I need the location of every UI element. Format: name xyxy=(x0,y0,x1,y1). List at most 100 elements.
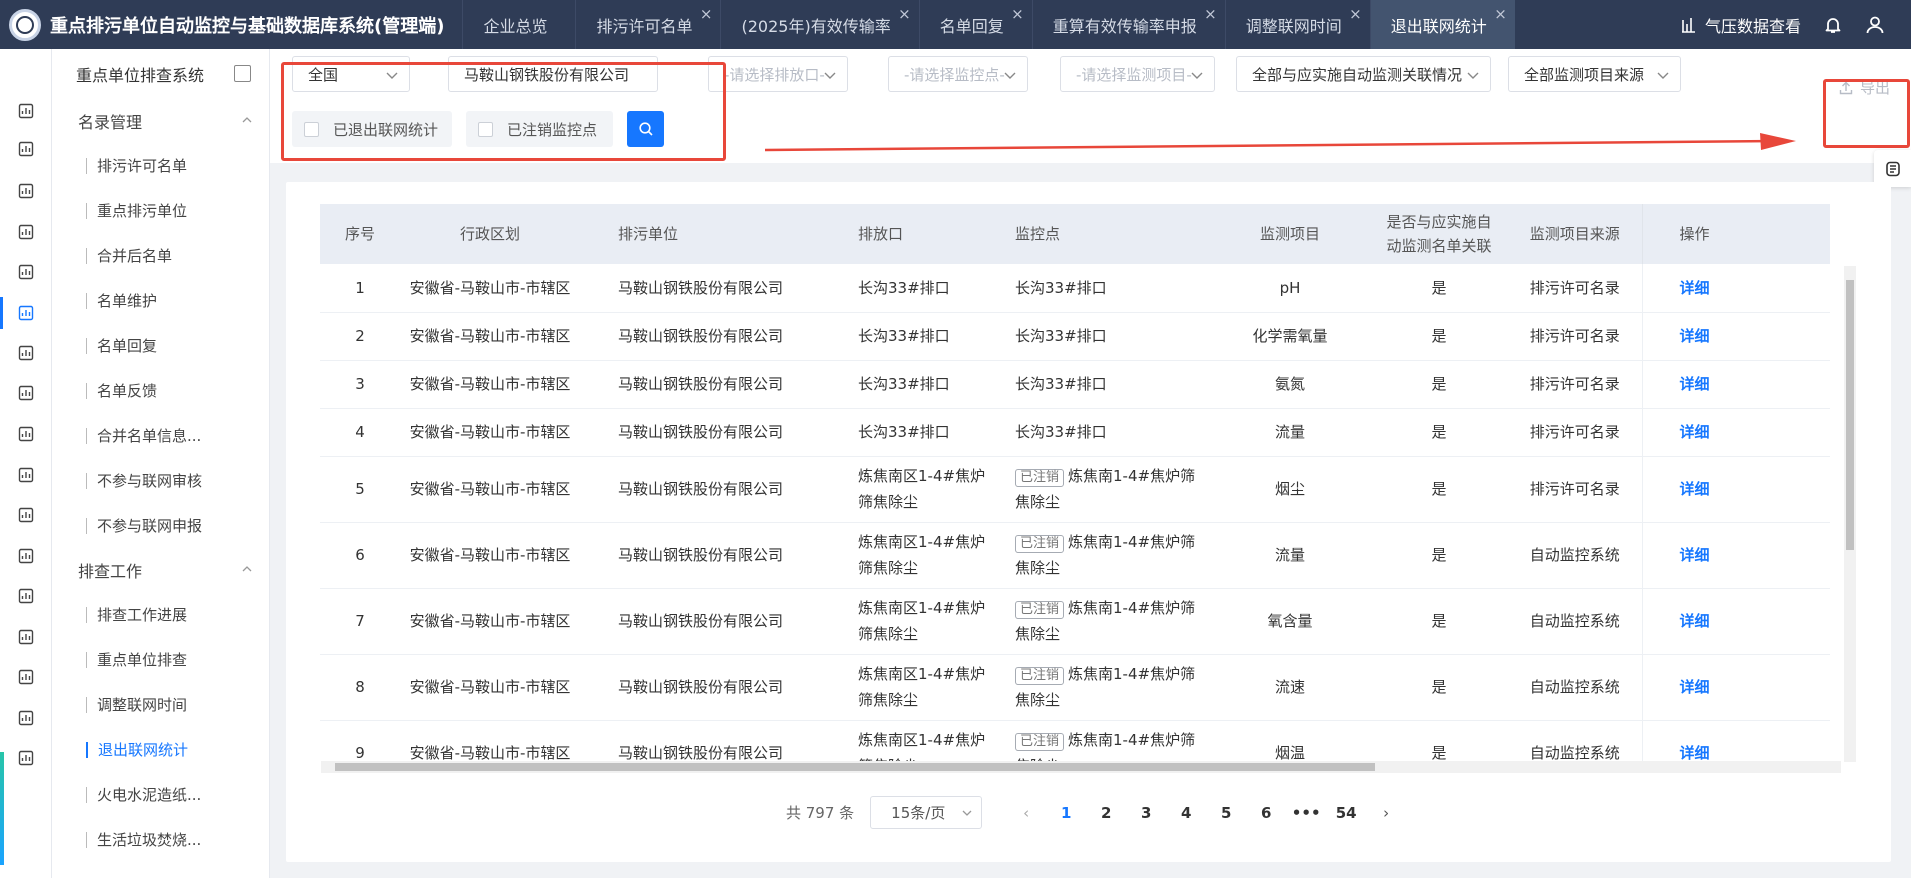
col-outlet: 排放口 xyxy=(850,204,1007,264)
close-tab-icon[interactable]: × xyxy=(1011,5,1024,23)
sidebar-item-0-6[interactable]: 合并名单信息... xyxy=(52,413,269,458)
sidebar-item-0-5[interactable]: 名单反馈 xyxy=(52,368,269,413)
col-linked: 是否与应实施自动监测名单关联 xyxy=(1370,204,1508,264)
rail-module-5-icon[interactable] xyxy=(0,252,52,292)
table-row: 4 安徽省-马鞍山市-市辖区 马鞍山钢铁股份有限公司 长沟33#排口 长沟33#排口 流量… xyxy=(320,408,1830,457)
chevron-down-icon xyxy=(824,72,836,79)
rail-module-11-icon[interactable] xyxy=(0,495,52,535)
sidebar-item-0-0[interactable]: 排污许可名单 xyxy=(52,143,269,188)
detail-link[interactable]: 详细 xyxy=(1641,456,1830,523)
cancelled-tag: 已注销 xyxy=(1015,535,1065,553)
tab-3[interactable]: 名单回复 × xyxy=(918,0,1032,49)
detail-link[interactable]: 详细 xyxy=(1641,522,1830,589)
page-2[interactable]: 2 xyxy=(1086,804,1126,822)
cancelled-tag: 已注销 xyxy=(1015,733,1065,751)
sidebar-item-1-5[interactable]: 生活垃圾焚烧... xyxy=(52,817,269,862)
rail-module-14-icon[interactable] xyxy=(0,617,52,657)
tab-1[interactable]: 排污许可名单 × xyxy=(575,0,720,49)
tab-4[interactable]: 重算有效传输率申报 × xyxy=(1031,0,1225,49)
rail-module-1-icon[interactable] xyxy=(0,91,52,131)
rail-module-15-icon[interactable] xyxy=(0,657,52,697)
cell-item: pH xyxy=(1210,264,1370,313)
sidebar-item-0-1[interactable]: 重点排污单位 xyxy=(52,188,269,233)
sidebar-item-0-8[interactable]: 不参与联网申报 xyxy=(52,503,269,548)
detail-link[interactable]: 详细 xyxy=(1641,654,1830,721)
sidebar-item-1-1[interactable]: 重点单位排查 xyxy=(52,637,269,682)
outlet-select[interactable]: -请选择排放口- xyxy=(708,56,848,92)
rail-module-17-icon[interactable] xyxy=(0,738,52,778)
cell-company: 马鞍山钢铁股份有限公司 xyxy=(580,654,850,721)
sidebar-item-1-4[interactable]: 火电水泥造纸... xyxy=(52,772,269,817)
detail-link[interactable]: 详细 xyxy=(1641,264,1830,313)
prev-page-button[interactable]: ‹ xyxy=(1006,804,1046,822)
page-size-select[interactable]: 15条/页 xyxy=(870,796,983,829)
cancelled-tag: 已注销 xyxy=(1015,667,1065,685)
sidebar-group-0[interactable]: 名录管理 xyxy=(52,99,269,143)
cell-company: 马鞍山钢铁股份有限公司 xyxy=(580,264,850,313)
detail-link[interactable]: 详细 xyxy=(1641,588,1830,655)
sidebar-item-0-4[interactable]: 名单回复 xyxy=(52,323,269,368)
relation-select[interactable]: 全部与应实施自动监测关联情况 xyxy=(1236,56,1491,92)
sidebar-item-0-7[interactable]: 不参与联网审核 xyxy=(52,458,269,503)
horizontal-scrollbar[interactable] xyxy=(321,761,1841,773)
icon-rail xyxy=(0,49,52,878)
point-select[interactable]: -请选择监控点- xyxy=(888,56,1028,92)
page-6[interactable]: 6 xyxy=(1246,804,1286,822)
cell-no: 3 xyxy=(320,360,400,409)
sidebar-item-1-2[interactable]: 调整联网时间 xyxy=(52,682,269,727)
close-tab-icon[interactable]: × xyxy=(898,5,911,23)
close-tab-icon[interactable]: × xyxy=(700,5,713,23)
sidebar-item-1-3[interactable]: 退出联网统计 xyxy=(52,727,269,772)
tab-2[interactable]: (2025年)有效传输率 × xyxy=(720,0,918,49)
collapse-sidebar-icon[interactable] xyxy=(234,65,251,82)
rail-module-9-icon[interactable] xyxy=(0,414,52,454)
close-tab-icon[interactable]: × xyxy=(1494,5,1507,23)
table-row: 2 安徽省-马鞍山市-市辖区 马鞍山钢铁股份有限公司 长沟33#排口 长沟33#排口 化学… xyxy=(320,312,1830,361)
rail-module-12-icon[interactable] xyxy=(0,536,52,576)
rail-module-13-icon[interactable] xyxy=(0,576,52,616)
cell-linked: 是 xyxy=(1370,588,1508,655)
close-tab-icon[interactable]: × xyxy=(1204,5,1217,23)
top-bar: 重点排污单位自动监控与基础数据库系统(管理端) 企业总览 排污许可名单 × (2025… xyxy=(0,0,1911,49)
pressure-data-link[interactable]: 气压数据查看 xyxy=(1681,13,1801,37)
rail-module-4-icon[interactable] xyxy=(0,212,52,252)
annotation-box-filters xyxy=(281,62,726,161)
tab-5[interactable]: 调整联网时间 × xyxy=(1224,0,1370,49)
sidebar-item-0-3[interactable]: 名单维护 xyxy=(52,278,269,323)
sidebar-item-1-0[interactable]: 排查工作进展 xyxy=(52,592,269,637)
tab-0[interactable]: 企业总览 xyxy=(462,0,575,49)
cell-point: 长沟33#排口 xyxy=(1007,408,1210,457)
rail-module-16-icon[interactable] xyxy=(0,698,52,738)
bell-icon[interactable] xyxy=(1823,15,1843,35)
sidebar-group-1[interactable]: 排查工作 xyxy=(52,548,269,592)
page-5[interactable]: 5 xyxy=(1206,804,1246,822)
col-region: 行政区划 xyxy=(400,204,580,264)
detail-link[interactable]: 详细 xyxy=(1641,360,1830,409)
rail-module-3-icon[interactable] xyxy=(0,171,52,211)
vertical-scrollbar[interactable] xyxy=(1844,266,1856,762)
monitor-item-select[interactable]: -请选择监测项目- xyxy=(1060,56,1215,92)
cell-no: 8 xyxy=(320,654,400,721)
source-select[interactable]: 全部监测项目来源 xyxy=(1508,56,1681,92)
detail-link[interactable]: 详细 xyxy=(1641,312,1830,361)
rail-module-10-icon[interactable] xyxy=(0,455,52,495)
cell-no: 2 xyxy=(320,312,400,361)
chevron-down-icon xyxy=(962,810,972,816)
user-icon[interactable] xyxy=(1865,15,1885,35)
tab-6[interactable]: 退出联网统计 × xyxy=(1369,0,1515,49)
next-page-button[interactable]: › xyxy=(1366,804,1406,822)
page-4[interactable]: 4 xyxy=(1166,804,1206,822)
page-3[interactable]: 3 xyxy=(1126,804,1166,822)
rail-module-8-icon[interactable] xyxy=(0,373,52,413)
rail-module-6-icon[interactable] xyxy=(0,293,52,333)
sidebar-item-0-2[interactable]: 合并后名单 xyxy=(52,233,269,278)
rail-module-7-icon[interactable] xyxy=(0,333,52,373)
detail-link[interactable]: 详细 xyxy=(1641,408,1830,457)
cell-company: 马鞍山钢铁股份有限公司 xyxy=(580,312,850,361)
cell-outlet: 炼焦南区1-4#焦炉筛焦除尘 xyxy=(850,654,1007,721)
close-tab-icon[interactable]: × xyxy=(1349,5,1362,23)
page-1[interactable]: 1 xyxy=(1046,804,1086,822)
page-ellipsis[interactable]: ••• xyxy=(1286,804,1326,822)
page-54[interactable]: 54 xyxy=(1326,804,1366,822)
rail-module-2-icon[interactable] xyxy=(0,129,52,169)
